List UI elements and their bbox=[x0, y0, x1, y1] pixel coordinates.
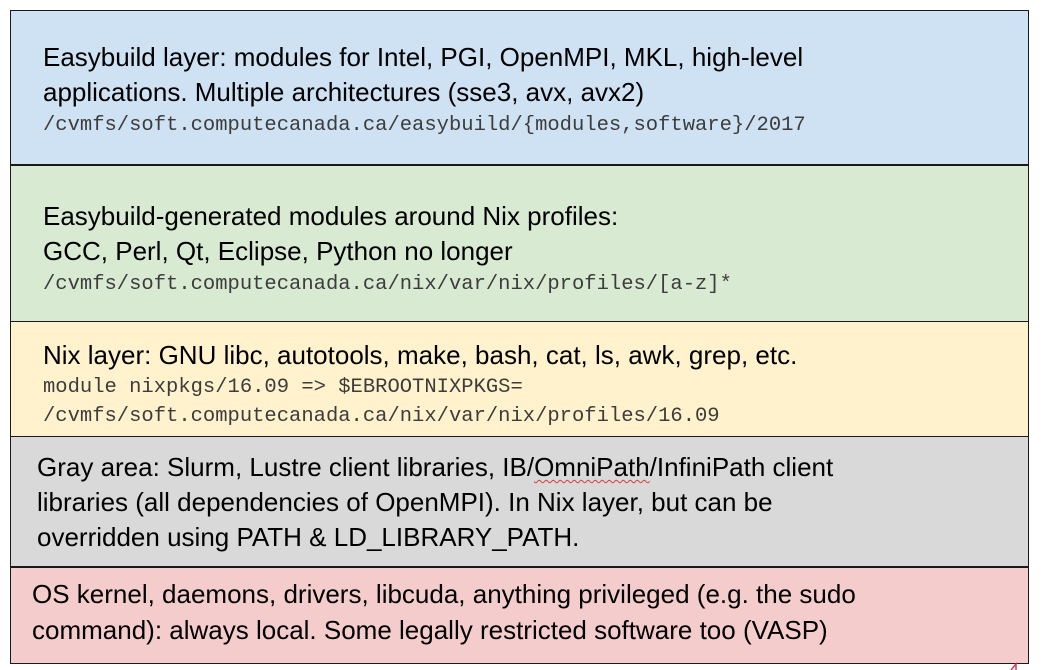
easybuild-layer-line-2: applications. Multiple architectures (ss… bbox=[43, 77, 645, 107]
nix-profiles-layer-path: /cvmfs/soft.computecanada.ca/nix/var/nix… bbox=[43, 273, 732, 296]
os-layer-line-1: OS kernel, daemons, drivers, libcuda, an… bbox=[32, 579, 856, 609]
easybuild-layer-path: /cvmfs/soft.computecanada.ca/easybuild/{… bbox=[43, 114, 806, 137]
gray-area-line-1: Gray area: Slurm, Lustre client librarie… bbox=[37, 451, 833, 483]
nix-profiles-layer-line-2: GCC, Perl, Qt, Eclipse, Python no longer bbox=[43, 236, 513, 266]
gray-area-line-3: overridden using PATH & LD_LIBRARY_PATH. bbox=[37, 522, 580, 552]
gray-area-line-1-end: /InfiniPath client bbox=[649, 452, 834, 482]
nix-layer-command: module nixpkgs/16.09 => $EBROOTNIXPKGS= bbox=[43, 376, 523, 399]
nix-layer-path: /cvmfs/soft.computecanada.ca/nix/var/nix… bbox=[43, 405, 720, 428]
nix-profiles-layer-line-1: Easybuild-generated modules around Nix p… bbox=[43, 201, 619, 231]
easybuild-layer-line-1: Easybuild layer: modules for Intel, PGI,… bbox=[43, 42, 804, 72]
nix-layer-line-1: Nix layer: GNU libc, autotools, make, ba… bbox=[43, 340, 798, 370]
gray-area-line-1-start: Gray area: Slurm, Lustre client librarie… bbox=[37, 452, 535, 482]
gray-area-line-1-omnipath: OmniPath bbox=[534, 452, 650, 482]
corner-arrow-mark bbox=[1010, 662, 1017, 670]
gray-area-line-2: libraries (all dependencies of OpenMPI).… bbox=[37, 487, 773, 517]
os-layer-line-2: command): always local. Some legally res… bbox=[32, 615, 828, 645]
